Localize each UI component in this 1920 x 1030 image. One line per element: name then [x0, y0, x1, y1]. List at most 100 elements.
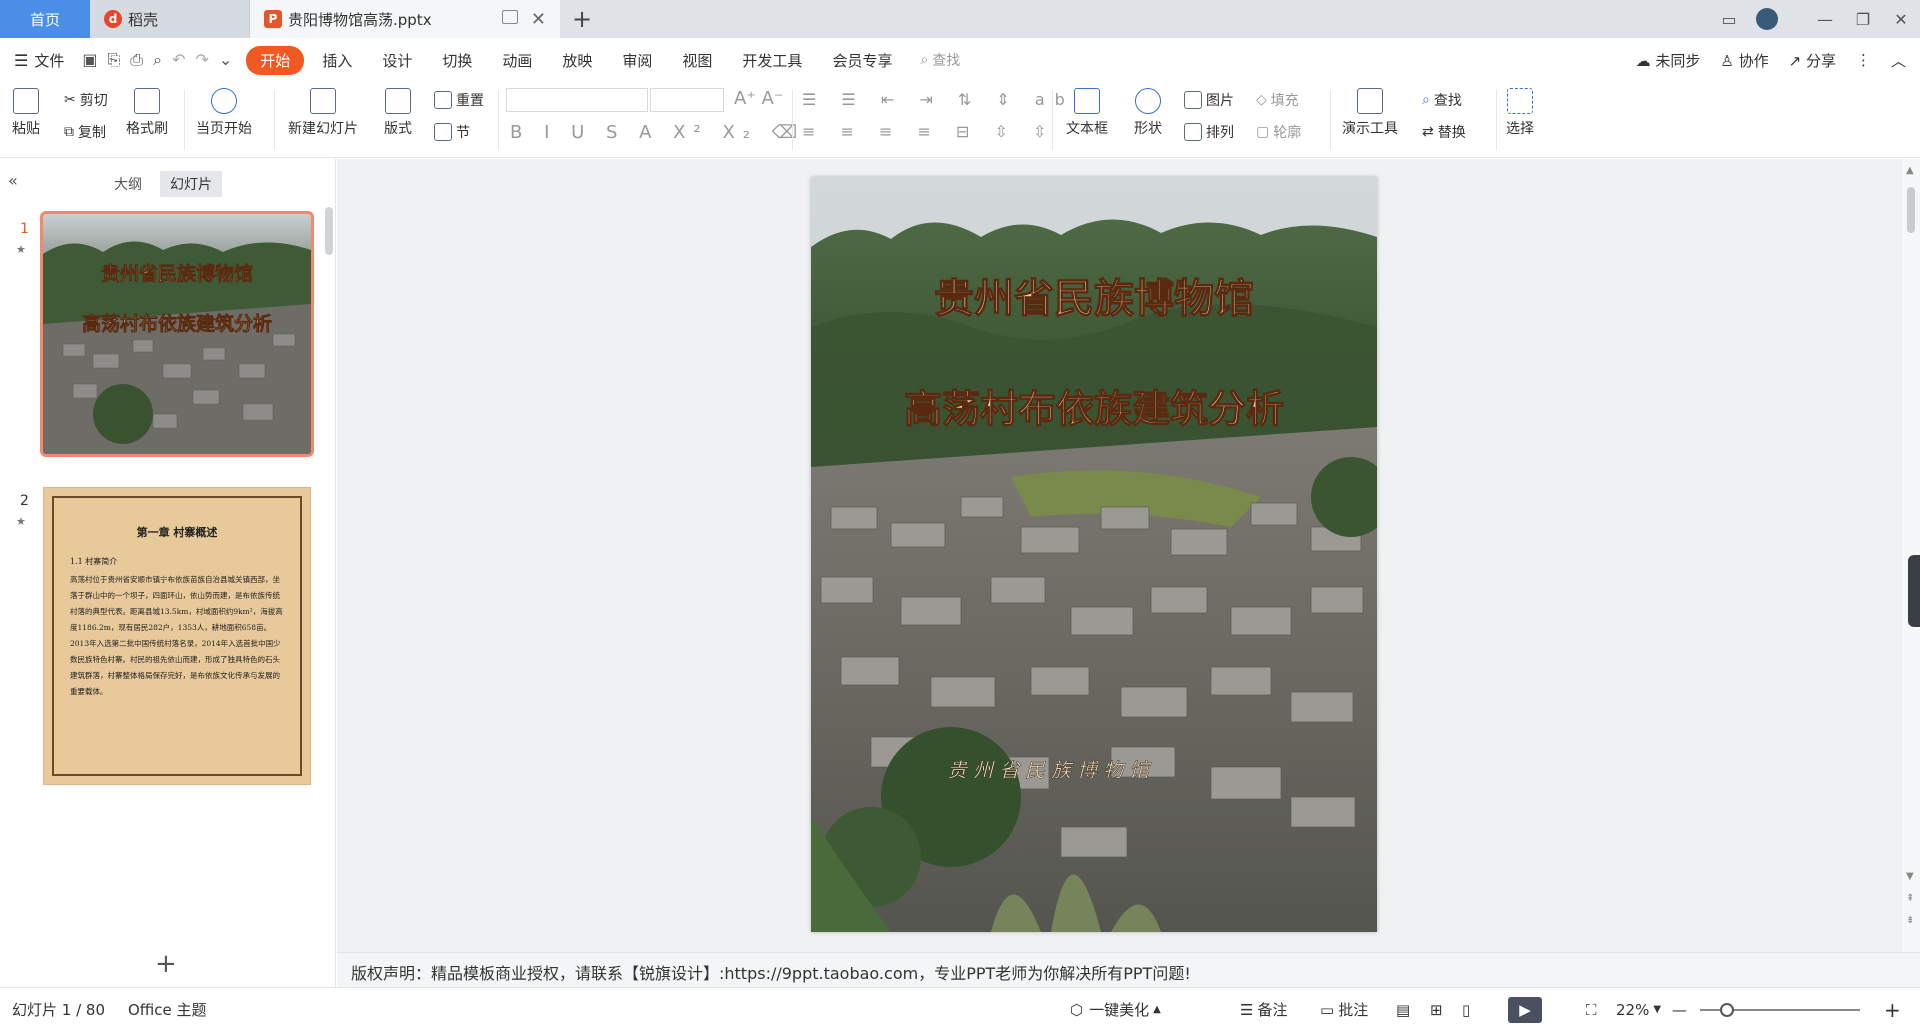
menu-transition[interactable]: 切换	[430, 46, 484, 75]
notes-button[interactable]: ☰ 备注	[1240, 988, 1287, 1030]
tab-outline[interactable]: 大纲	[104, 171, 152, 197]
search-input[interactable]: ⌕ 查找	[920, 50, 960, 70]
font-style-icons[interactable]: B I U S A X² X₂ ⌫	[510, 122, 805, 143]
zoom-in-button[interactable]: +	[1884, 988, 1901, 1030]
new-tab-button[interactable]: +	[560, 0, 604, 38]
ribbon-divider	[1330, 90, 1331, 150]
beautify-button[interactable]: ⬡ 一键美化 ▲	[1070, 988, 1161, 1030]
customize-icon[interactable]: ⌄	[219, 50, 232, 70]
tab-home[interactable]: 首页	[0, 0, 90, 38]
minimize-icon[interactable]: —	[1806, 10, 1844, 29]
avatar[interactable]	[1748, 8, 1786, 30]
menu-review[interactable]: 审阅	[610, 46, 664, 75]
zoom-knob[interactable]	[1720, 1002, 1734, 1017]
font-grow-icon[interactable]: A⁺ A⁻	[734, 88, 783, 109]
notes-icon: ☰	[1240, 1000, 1254, 1019]
list-icons[interactable]: ☰ ☰ ⇤ ⇥ ⇅ ⇕ ab	[802, 90, 1075, 109]
find-button[interactable]: ⌕ 查找	[1422, 90, 1462, 110]
menu-view[interactable]: 视图	[670, 46, 724, 75]
current-slide[interactable]: 贵州省民族博物馆 高荡村布依族建筑分析 贵州省民族博物馆	[811, 177, 1377, 932]
replace-icon: ⇄	[1422, 124, 1434, 140]
fit-window-icon[interactable]: ⛶	[1586, 988, 1597, 1030]
file-menu[interactable]: ☰ 文件	[14, 50, 64, 71]
menu-animation[interactable]: 动画	[490, 46, 544, 75]
slide-thumbnail-2[interactable]: 第一章 村寨概述 1.1 村寨简介 高荡村位于贵州省安顺市镇宁布依族苗族自治县城…	[43, 487, 311, 785]
theme-name[interactable]: Office 主题	[128, 988, 207, 1030]
thumb-title-2: 高荡村布依族建筑分析	[82, 312, 272, 335]
restore-icon[interactable]: ❐	[1844, 10, 1882, 29]
undo-icon[interactable]: ↶	[172, 50, 185, 70]
menu-start[interactable]: 开始	[246, 45, 305, 75]
play-button[interactable]: ▶	[1508, 988, 1542, 1030]
zoom-level[interactable]: 22% ▼	[1616, 988, 1661, 1030]
outline-icon: ▢	[1256, 124, 1270, 140]
side-panel-handle[interactable]	[1908, 555, 1920, 627]
layout-icon	[385, 88, 411, 114]
textbox-label: 文本框	[1066, 121, 1108, 137]
new-slide-icon	[310, 88, 336, 114]
grid-view-icon[interactable]: ⊞	[1430, 988, 1443, 1030]
present-tools-button[interactable]: 演示工具	[1342, 88, 1398, 138]
reading-view-icon[interactable]: ▯	[1462, 988, 1470, 1030]
slide-thumbnail-1[interactable]: 贵州省民族博物馆 高荡村布依族建筑分析	[40, 211, 314, 457]
from-current-button[interactable]: 当页开始	[196, 88, 252, 138]
align-icons[interactable]: ≡ ≡ ≡ ≡ ⊟ ⇳ ⇳	[802, 122, 1056, 141]
menu-slideshow[interactable]: 放映	[550, 46, 604, 75]
print-preview-icon[interactable]: ⌕	[153, 50, 162, 70]
replace-button[interactable]: ⇄ 替换	[1422, 122, 1466, 142]
tab-file[interactable]: P 贵阳博物馆高荡.pptx ✕	[250, 0, 560, 38]
menu-design[interactable]: 设计	[370, 46, 424, 75]
zoom-slider[interactable]	[1700, 988, 1860, 1030]
fill-button[interactable]: ◇ 填充	[1256, 90, 1299, 110]
shape-button[interactable]: 形状	[1134, 88, 1162, 138]
tab-draft[interactable]: d 稻壳	[90, 0, 250, 38]
picture-button[interactable]: 图片	[1184, 90, 1234, 110]
print-icon[interactable]: ⎙	[130, 50, 143, 70]
share-button[interactable]: ↗ 分享	[1789, 50, 1836, 71]
new-slide-button[interactable]: 新建幻灯片	[288, 88, 358, 138]
paste-button[interactable]: 粘贴	[12, 88, 40, 138]
menu-insert[interactable]: 插入	[310, 46, 364, 75]
redo-icon[interactable]: ↷	[195, 50, 208, 70]
tab-slides[interactable]: 幻灯片	[160, 171, 222, 197]
arrange-button[interactable]: 排列	[1184, 122, 1234, 142]
user-icon: ♙	[1720, 51, 1734, 70]
menu-member[interactable]: 会员专享	[820, 46, 904, 75]
close-window-icon[interactable]: ✕	[1882, 10, 1920, 29]
reset-button[interactable]: 重置	[434, 90, 484, 110]
layout-button[interactable]: 版式	[384, 88, 412, 138]
format-painter-button[interactable]: 格式刷	[126, 88, 168, 138]
prev-slide-icon[interactable]: ⇞	[1906, 893, 1914, 904]
textbox-button[interactable]: 文本框	[1066, 88, 1108, 138]
select-button[interactable]: 选择	[1506, 88, 1534, 138]
file-menu-label: 文件	[34, 51, 65, 70]
save-icon[interactable]: ▣	[82, 50, 97, 70]
comment-button[interactable]: ▭ 批注	[1320, 988, 1368, 1030]
add-slide-button[interactable]: +	[155, 949, 177, 979]
scroll-thumb[interactable]	[1907, 187, 1915, 233]
cut-button[interactable]: ✂ 剪切	[64, 90, 108, 110]
menu-developer[interactable]: 开发工具	[730, 46, 814, 75]
collapse-ribbon-icon[interactable]: ︿	[1891, 50, 1906, 71]
outline-button[interactable]: ▢ 轮廓	[1256, 122, 1301, 142]
section-button[interactable]: 节	[434, 122, 470, 142]
more-icon[interactable]: ⋮	[1856, 51, 1871, 69]
scroll-up-icon[interactable]: ▲	[1906, 165, 1914, 176]
zoom-out-button[interactable]: —	[1672, 988, 1687, 1030]
sync-button[interactable]: ☁ 未同步	[1636, 50, 1701, 71]
next-slide-icon[interactable]: ⇟	[1906, 915, 1914, 926]
panel-scrollbar[interactable]	[325, 207, 333, 255]
normal-view-icon[interactable]: ▤	[1396, 988, 1410, 1030]
notes-area[interactable]: 版权声明：精品模板商业授权，请联系【锐旗设计】:https://9ppt.tao…	[337, 952, 1920, 987]
ribbon-divider	[792, 90, 793, 150]
window-pin-icon[interactable]	[502, 10, 518, 24]
copy-button[interactable]: ⧉ 复制	[64, 122, 106, 142]
font-size-select[interactable]	[650, 88, 724, 112]
collab-button[interactable]: ♙ 协作	[1720, 50, 1768, 71]
scroll-down-icon[interactable]: ▼	[1906, 871, 1914, 882]
window-badge-icon[interactable]: ▭	[1710, 10, 1748, 29]
share-doc-icon[interactable]: ⎘	[107, 50, 120, 70]
collapse-panel-icon[interactable]: «	[8, 171, 18, 190]
font-family-select[interactable]	[506, 88, 648, 112]
close-tab-icon[interactable]: ✕	[531, 9, 546, 30]
